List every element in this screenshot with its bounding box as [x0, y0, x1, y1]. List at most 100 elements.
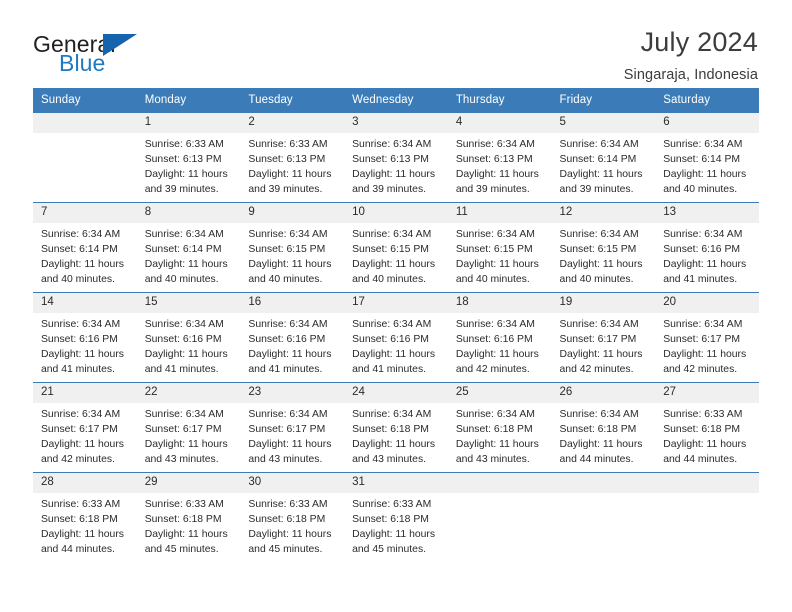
calendar-day-cell[interactable]: 23 Sunrise: 6:34 AM Sunset: 6:17 PM Dayligh… — [240, 382, 345, 473]
page-header: General Blue July 2024 Singaraja, Indone… — [0, 0, 792, 82]
day-number: 9 — [240, 203, 345, 223]
day-details: Sunrise: 6:33 AM Sunset: 6:18 PM Daylight:… — [240, 493, 344, 557]
calendar-day-cell[interactable]: 13 Sunrise: 6:34 AM Sunset: 6:16 PM Dayligh… — [655, 202, 759, 293]
daylight-duration-line2: and 42 minutes. — [559, 364, 634, 376]
title-block: July 2024 Singaraja, Indonesia — [624, 27, 758, 82]
day-number: 14 — [33, 293, 137, 313]
sunrise-time: Sunrise: 6:34 AM — [559, 229, 639, 240]
weekday-header-sunday: Sunday — [33, 88, 137, 113]
sunrise-time: Sunrise: 6:34 AM — [559, 319, 639, 330]
calendar-day-cell[interactable]: 6 Sunrise: 6:34 AM Sunset: 6:14 PM Daylight… — [655, 112, 759, 203]
daylight-duration-line1: Daylight: 11 hours — [248, 169, 332, 181]
day-number: 24 — [344, 383, 448, 403]
daylight-duration-line1: Daylight: 11 hours — [248, 349, 332, 361]
daylight-duration-line1: Daylight: 11 hours — [455, 259, 539, 271]
sunset-time: Sunset: 6:18 PM — [144, 514, 222, 526]
sunset-time: Sunset: 6:14 PM — [144, 244, 222, 256]
day-details: Sunrise: 6:33 AM Sunset: 6:18 PM Daylight:… — [33, 493, 137, 557]
day-details: Sunrise: 6:33 AM Sunset: 6:18 PM Daylight:… — [344, 493, 448, 557]
calendar-day-cell[interactable]: 27 Sunrise: 6:33 AM Sunset: 6:18 PM Dayligh… — [655, 382, 759, 473]
daylight-duration-line1: Daylight: 11 hours — [663, 169, 747, 181]
day-number: 2 — [240, 113, 345, 133]
sunset-time: Sunset: 6:13 PM — [248, 154, 326, 166]
calendar-day-cell[interactable]: 1 Sunrise: 6:33 AM Sunset: 6:13 PM Daylight… — [136, 112, 241, 203]
day-details: Sunrise: 6:33 AM Sunset: 6:13 PM Daylight:… — [240, 133, 344, 197]
calendar-day-cell[interactable]: 28 Sunrise: 6:33 AM Sunset: 6:18 PM Dayligh… — [33, 472, 137, 563]
calendar-day-cell[interactable]: 14 Sunrise: 6:34 AM Sunset: 6:16 PM Dayligh… — [33, 292, 137, 383]
day-details: Sunrise: 6:34 AM Sunset: 6:15 PM Daylight:… — [448, 223, 552, 287]
daylight-duration-line1: Daylight: 11 hours — [663, 439, 747, 451]
daylight-duration-line2: and 40 minutes. — [455, 274, 530, 286]
calendar-day-cell[interactable]: 30 Sunrise: 6:33 AM Sunset: 6:18 PM Dayligh… — [240, 472, 345, 563]
calendar-day-cell-empty — [551, 472, 656, 563]
calendar-day-cell[interactable]: 16 Sunrise: 6:34 AM Sunset: 6:16 PM Dayligh… — [240, 292, 345, 383]
daylight-duration-line1: Daylight: 11 hours — [144, 529, 228, 541]
sunset-time: Sunset: 6:14 PM — [663, 154, 741, 166]
calendar-header-row: Sunday Monday Tuesday Wednesday Thursday Frid… — [33, 88, 759, 113]
daylight-duration-line2: and 39 minutes. — [559, 184, 634, 196]
sunset-time: Sunset: 6:14 PM — [41, 244, 118, 256]
daylight-duration-line1: Daylight: 11 hours — [41, 529, 124, 541]
daylight-duration-line2: and 43 minutes. — [144, 454, 219, 466]
calendar-day-cell[interactable]: 9 Sunrise: 6:34 AM Sunset: 6:15 PM Daylight… — [240, 202, 345, 293]
calendar-day-cell[interactable]: 12 Sunrise: 6:34 AM Sunset: 6:15 PM Dayligh… — [551, 202, 656, 293]
sunrise-time: Sunrise: 6:34 AM — [144, 319, 224, 330]
sunrise-time: Sunrise: 6:34 AM — [352, 409, 432, 420]
day-details: Sunrise: 6:34 AM Sunset: 6:13 PM Daylight:… — [448, 133, 552, 197]
daylight-duration-line1: Daylight: 11 hours — [455, 169, 539, 181]
sunset-time: Sunset: 6:13 PM — [455, 154, 533, 166]
sunrise-time: Sunrise: 6:34 AM — [248, 319, 328, 330]
calendar-day-cell[interactable]: 11 Sunrise: 6:34 AM Sunset: 6:15 PM Dayligh… — [447, 202, 552, 293]
day-details: Sunrise: 6:34 AM Sunset: 6:18 PM Daylight:… — [448, 403, 552, 467]
day-number: 3 — [344, 113, 448, 133]
day-number: 7 — [33, 203, 137, 223]
calendar-day-cell[interactable]: 4 Sunrise: 6:34 AM Sunset: 6:13 PM Daylight… — [447, 112, 552, 203]
triangle-icon — [103, 34, 137, 56]
calendar-day-cell[interactable]: 25 Sunrise: 6:34 AM Sunset: 6:18 PM Dayligh… — [447, 382, 552, 473]
sunrise-time: Sunrise: 6:34 AM — [559, 139, 639, 150]
daylight-duration-line2: and 41 minutes. — [248, 364, 323, 376]
sunrise-time: Sunrise: 6:34 AM — [41, 229, 121, 240]
sunrise-time: Sunrise: 6:34 AM — [144, 409, 224, 420]
calendar-day-cell[interactable]: 24 Sunrise: 6:34 AM Sunset: 6:18 PM Dayligh… — [344, 382, 448, 473]
calendar-day-cell-empty — [33, 112, 137, 203]
sunrise-time: Sunrise: 6:33 AM — [144, 499, 224, 510]
daylight-duration-line2: and 42 minutes. — [41, 454, 115, 466]
calendar-day-cell[interactable]: 29 Sunrise: 6:33 AM Sunset: 6:18 PM Dayligh… — [136, 472, 241, 563]
calendar-day-cell-empty — [447, 472, 552, 563]
calendar-week-row: 21 Sunrise: 6:34 AM Sunset: 6:17 PM Dayligh… — [33, 382, 759, 473]
daylight-duration-line1: Daylight: 11 hours — [144, 349, 228, 361]
daylight-duration-line2: and 44 minutes. — [663, 454, 738, 466]
calendar-day-cell[interactable]: 2 Sunrise: 6:33 AM Sunset: 6:13 PM Daylight… — [240, 112, 345, 203]
sunrise-time: Sunrise: 6:33 AM — [248, 139, 328, 150]
general-blue-logo[interactable]: General Blue — [33, 28, 137, 75]
calendar-day-cell[interactable]: 15 Sunrise: 6:34 AM Sunset: 6:16 PM Dayligh… — [136, 292, 241, 383]
calendar-day-cell[interactable]: 7 Sunrise: 6:34 AM Sunset: 6:14 PM Daylight… — [33, 202, 137, 293]
calendar-day-cell[interactable]: 20 Sunrise: 6:34 AM Sunset: 6:17 PM Dayligh… — [655, 292, 759, 383]
daylight-duration-line1: Daylight: 11 hours — [352, 259, 436, 271]
calendar-day-cell[interactable]: 8 Sunrise: 6:34 AM Sunset: 6:14 PM Daylight… — [136, 202, 241, 293]
day-number: 25 — [447, 383, 552, 403]
day-number: 13 — [655, 203, 759, 223]
calendar-day-cell[interactable]: 21 Sunrise: 6:34 AM Sunset: 6:17 PM Dayligh… — [33, 382, 137, 473]
sunset-time: Sunset: 6:16 PM — [248, 334, 326, 346]
day-details: Sunrise: 6:34 AM Sunset: 6:14 PM Daylight:… — [137, 223, 241, 287]
calendar-day-cell[interactable]: 18 Sunrise: 6:34 AM Sunset: 6:16 PM Dayligh… — [447, 292, 552, 383]
calendar-day-cell[interactable]: 17 Sunrise: 6:34 AM Sunset: 6:16 PM Dayligh… — [344, 292, 448, 383]
sunrise-time: Sunrise: 6:34 AM — [41, 409, 121, 420]
calendar-day-cell[interactable]: 26 Sunrise: 6:34 AM Sunset: 6:18 PM Dayligh… — [551, 382, 656, 473]
calendar-day-cell[interactable]: 22 Sunrise: 6:34 AM Sunset: 6:17 PM Dayligh… — [136, 382, 241, 473]
calendar-day-cell[interactable]: 3 Sunrise: 6:34 AM Sunset: 6:13 PM Daylight… — [344, 112, 448, 203]
daylight-duration-line1: Daylight: 11 hours — [455, 349, 539, 361]
daylight-duration-line2: and 39 minutes. — [352, 184, 427, 196]
calendar-day-cell[interactable]: 19 Sunrise: 6:34 AM Sunset: 6:17 PM Dayligh… — [551, 292, 656, 383]
sunset-time: Sunset: 6:17 PM — [559, 334, 637, 346]
calendar-day-cell[interactable]: 5 Sunrise: 6:34 AM Sunset: 6:14 PM Daylight… — [551, 112, 656, 203]
day-number: 28 — [33, 473, 137, 493]
daylight-duration-line2: and 39 minutes. — [248, 184, 323, 196]
calendar-day-cell[interactable]: 31 Sunrise: 6:33 AM Sunset: 6:18 PM Dayligh… — [344, 472, 448, 563]
day-details: Sunrise: 6:33 AM Sunset: 6:18 PM Daylight:… — [137, 493, 241, 557]
calendar-week-row: 1 Sunrise: 6:33 AM Sunset: 6:13 PM Daylight… — [33, 112, 759, 203]
calendar-day-cell[interactable]: 10 Sunrise: 6:34 AM Sunset: 6:15 PM Dayligh… — [344, 202, 448, 293]
sunrise-time: Sunrise: 6:34 AM — [248, 409, 328, 420]
